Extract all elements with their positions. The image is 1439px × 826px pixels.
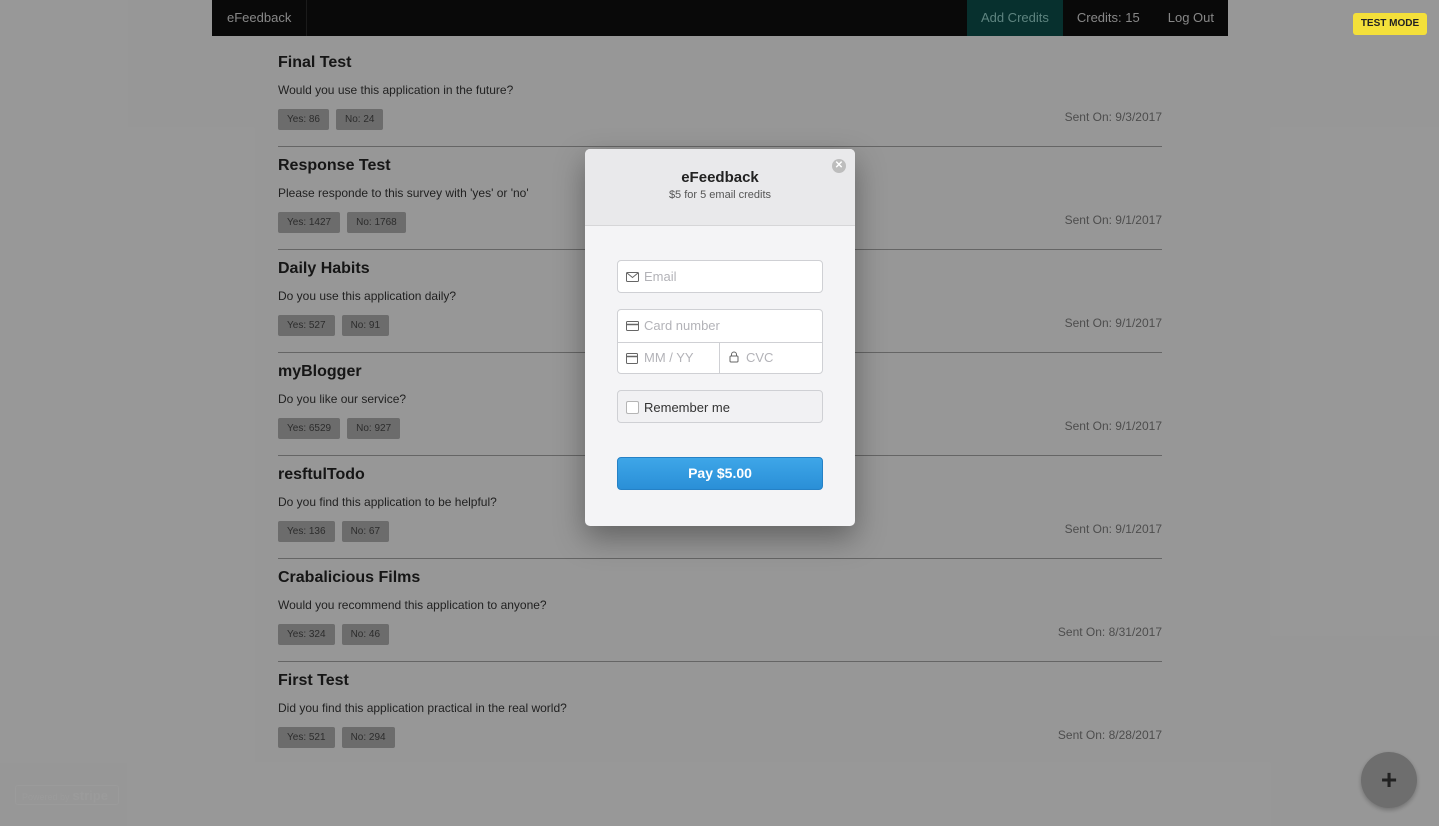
card-icon <box>626 321 639 331</box>
pay-button[interactable]: Pay $5.00 <box>617 457 823 490</box>
checkout-modal: eFeedback $5 for 5 email credits ✕ Email… <box>585 149 855 526</box>
email-input[interactable] <box>644 261 814 292</box>
test-mode-badge: TEST MODE <box>1353 13 1427 35</box>
card-number-input[interactable] <box>644 310 814 341</box>
cvc-field[interactable] <box>720 342 822 374</box>
email-field[interactable] <box>617 260 823 293</box>
card-number-field[interactable] <box>618 310 822 343</box>
calendar-icon <box>626 353 638 364</box>
modal-header: eFeedback $5 for 5 email credits ✕ <box>585 149 855 226</box>
powered-by-label: Powered by <box>22 792 70 802</box>
powered-by-stripe[interactable]: Powered by stripe <box>15 785 119 805</box>
modal-title: eFeedback <box>681 169 759 186</box>
expiry-input[interactable] <box>644 342 714 373</box>
close-icon[interactable]: ✕ <box>832 159 846 173</box>
cvc-input[interactable] <box>746 342 816 373</box>
modal-subtitle: $5 for 5 email credits <box>668 189 772 201</box>
lock-icon <box>729 351 739 363</box>
card-details-group <box>617 309 823 374</box>
remember-me-row[interactable]: Remember me <box>617 390 823 423</box>
remember-me-label: Remember me <box>644 400 730 415</box>
stripe-logo: stripe <box>72 788 108 803</box>
remember-me-checkbox[interactable] <box>626 401 639 414</box>
envelope-icon <box>626 272 639 282</box>
expiry-field[interactable] <box>618 342 720 374</box>
